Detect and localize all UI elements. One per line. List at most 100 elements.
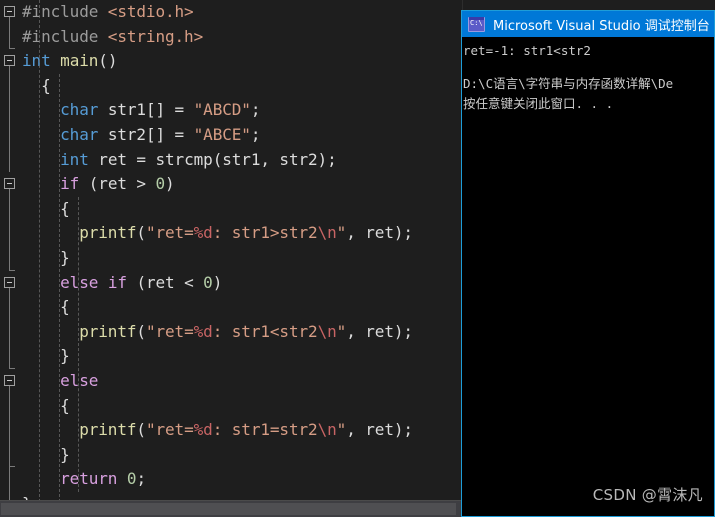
code-token: () [98, 51, 118, 71]
code-line: return 0; [22, 467, 463, 492]
code-token: if [60, 174, 80, 194]
fold-guide-line [9, 196, 10, 222]
code-token: } [60, 346, 70, 366]
code-token: \n [317, 223, 337, 243]
code-token: #include [22, 26, 108, 46]
code-token: } [60, 247, 70, 267]
code-token: "ret= [145, 420, 194, 440]
console-output-area[interactable]: ret=-1: str1<str2 D:\C语言\字符串与内存函数详解\De 按任意… [462, 37, 714, 516]
code-token: char [60, 100, 99, 120]
fold-guide-line [9, 319, 10, 345]
editor-gutter[interactable] [0, 0, 22, 517]
code-line: int ret = strcmp(str1, str2); [22, 148, 463, 173]
code-token: { [60, 297, 70, 317]
csdn-watermark: CSDN @霄沫凡 [592, 486, 703, 504]
console-titlebar[interactable]: Microsoft Visual Studio 调试控制台 [462, 11, 714, 37]
code-line: } [22, 443, 463, 468]
screenshot-root: #include <stdio.h> #include <string.h> int… [0, 0, 715, 517]
fold-guide-line [9, 73, 10, 99]
code-line: { [22, 394, 463, 419]
code-token: : str1>str2 [212, 223, 318, 243]
code-token: , ret); [346, 223, 413, 243]
code-line: } [22, 344, 463, 369]
fold-collapse-icon[interactable] [4, 55, 15, 67]
code-token: "ABCD" [193, 100, 251, 120]
code-token: #include [22, 2, 108, 21]
code-token: , ret); [346, 321, 413, 341]
code-token: %d [193, 420, 213, 440]
code-token: " [336, 321, 347, 341]
code-line: } [22, 246, 463, 271]
debug-console-window[interactable]: Microsoft Visual Studio 调试控制台 ret=-1: st… [461, 10, 715, 517]
indent-guide [77, 196, 79, 492]
code-token: char [60, 124, 99, 144]
fold-guide-end [9, 48, 15, 50]
indent-guide [58, 73, 60, 517]
fold-guide-line [9, 442, 10, 468]
code-token: ) [212, 272, 223, 292]
fold-guide-line [9, 344, 10, 369]
code-token: { [41, 75, 51, 95]
code-token: (ret > [79, 174, 156, 194]
fold-guide-line [9, 418, 10, 443]
code-token: \n [317, 420, 337, 440]
horizontal-scrollbar[interactable] [0, 500, 463, 517]
fold-guide-line [9, 123, 10, 148]
code-token: " [336, 420, 347, 440]
code-text-area[interactable]: #include <stdio.h> #include <string.h> int… [22, 0, 463, 517]
code-token: : str1<str2 [212, 321, 318, 341]
code-token: printf [79, 321, 137, 341]
code-token: ( [136, 223, 146, 243]
code-token: str1[] = [98, 100, 194, 120]
fold-guide-line [9, 386, 10, 394]
fold-guide-line [9, 246, 10, 271]
code-line: else [22, 369, 463, 394]
fold-collapse-icon[interactable] [4, 178, 15, 190]
code-token: return [60, 469, 118, 489]
code-token: ; [136, 469, 146, 489]
code-line: char str2[] = "ABCE"; [22, 123, 463, 148]
fold-collapse-icon[interactable] [4, 6, 15, 17]
code-line: { [22, 74, 463, 99]
code-token: if [107, 272, 127, 292]
console-cmd-icon [468, 16, 485, 32]
horizontal-scrollbar-thumb[interactable] [1, 503, 456, 515]
fold-guide-line [9, 287, 10, 296]
fold-collapse-icon[interactable] [4, 375, 15, 386]
code-token: 0 [203, 272, 213, 292]
fold-guide-line [9, 467, 10, 492]
console-line: ret=-1: str1<str2 [463, 43, 591, 58]
code-token: int [22, 51, 51, 71]
code-token: \n [317, 321, 337, 341]
code-token: int [60, 149, 89, 169]
fold-guide-line [9, 98, 10, 123]
code-token: ; [250, 100, 261, 120]
code-token: ( [136, 321, 146, 341]
code-token: ; [250, 124, 261, 144]
fold-collapse-icon[interactable] [4, 276, 15, 288]
code-line: int main() [22, 49, 463, 74]
fold-guide-end [9, 269, 15, 271]
code-token: ret = [88, 149, 156, 169]
fold-guide-end [9, 368, 15, 369]
code-token: %d [193, 321, 213, 341]
code-token: printf [79, 420, 137, 440]
code-token: 0 [155, 174, 166, 194]
code-editor-pane[interactable]: #include <stdio.h> #include <string.h> int… [0, 0, 463, 517]
code-token: else [60, 370, 99, 390]
